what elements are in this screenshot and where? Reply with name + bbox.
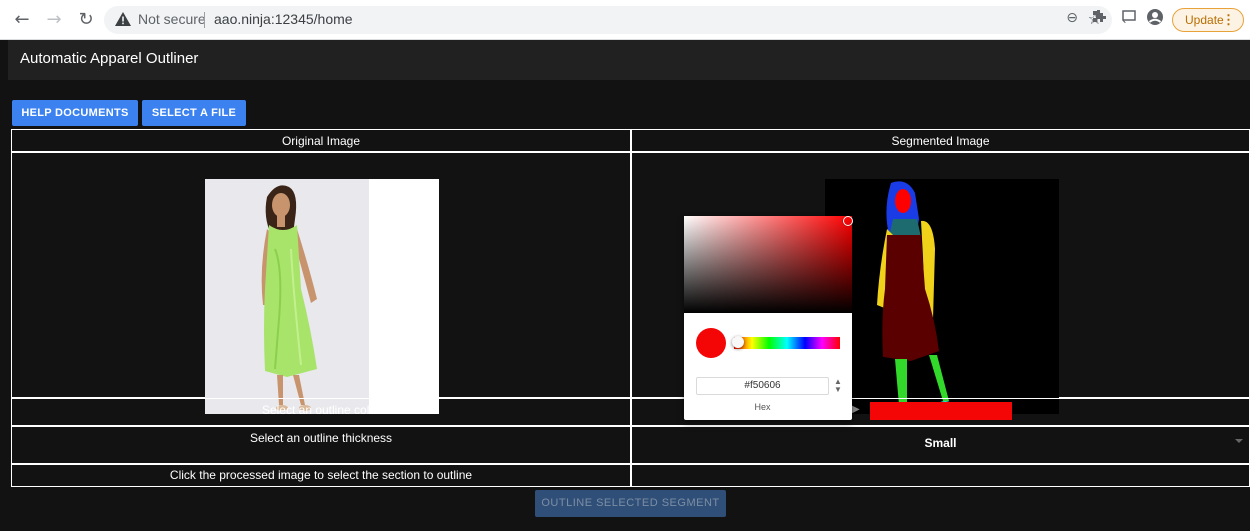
reload-icon[interactable]: ↻ <box>74 8 98 32</box>
color-preview <box>696 328 726 358</box>
caret-right-icon: ▶ <box>852 404 860 415</box>
color-label-cell: Select an outline color <box>11 398 631 426</box>
zoom-icon[interactable]: ⊖ <box>1066 10 1078 26</box>
original-image-title: Original Image <box>281 134 361 148</box>
extensions-icon[interactable] <box>1088 9 1110 31</box>
more-vert-icon: ⋮ <box>1222 12 1235 27</box>
update-label: Update <box>1185 13 1224 27</box>
hex-label: Hex <box>754 402 771 412</box>
dropdown-arrow-icon <box>1235 439 1243 443</box>
original-image <box>205 179 439 414</box>
instruction-cell: Click the processed image to select the … <box>11 464 631 487</box>
segmented-image[interactable] <box>825 179 1059 414</box>
help-documents-button[interactable]: HELP DOCUMENTS <box>12 100 138 126</box>
security-status: Not secure <box>138 11 206 27</box>
original-image-header: Original Image <box>11 129 631 152</box>
outline-selected-segment-button[interactable]: OUTLINE SELECTED SEGMENT <box>535 490 726 517</box>
segmented-image-title: Segmented Image <box>891 134 990 148</box>
app-header: Automatic Apparel Outliner <box>8 40 1250 80</box>
back-icon[interactable]: ← <box>10 8 34 32</box>
thickness-value: Small <box>924 436 957 450</box>
click-instruction: Click the processed image to select the … <box>169 468 473 482</box>
outline-thickness-label: Select an outline thickness <box>249 431 393 445</box>
thickness-select[interactable]: Small <box>631 426 1250 464</box>
forward-icon[interactable]: → <box>42 8 66 32</box>
url-text[interactable]: aao.ninja:12345/home <box>214 11 353 27</box>
outliner-table: Original Image Segmented Image Select an… <box>11 129 1250 487</box>
warning-icon <box>115 12 131 26</box>
color-picker-popup: #f50606 ▲ ▼ Hex <box>684 216 853 420</box>
hex-input[interactable]: #f50606 <box>696 377 829 395</box>
outline-color-swatch[interactable] <box>870 402 1012 420</box>
profile-icon[interactable] <box>1144 8 1166 30</box>
address-bar[interactable]: Not secure aao.ninja:12345/home ⊖ ☆ <box>104 6 1112 34</box>
app-title: Automatic Apparel Outliner <box>20 50 199 67</box>
browser-toolbar: ← → ↻ Not secure aao.ninja:12345/home ⊖ … <box>0 0 1250 40</box>
hue-slider[interactable] <box>734 337 840 349</box>
separator <box>204 12 205 28</box>
cast-icon[interactable] <box>1118 8 1140 30</box>
segmented-image-header: Segmented Image <box>631 129 1250 152</box>
update-button[interactable]: Update ⋮ <box>1172 8 1244 32</box>
thickness-label-cell: Select an outline thickness <box>11 426 631 464</box>
original-image-cell <box>11 152 631 414</box>
hue-slider-thumb[interactable] <box>732 336 744 348</box>
saturation-area[interactable] <box>684 216 852 313</box>
select-file-button[interactable]: SELECT A FILE <box>142 100 246 126</box>
outline-color-label: Select an outline color <box>261 403 381 417</box>
instruction-empty-cell <box>631 464 1250 487</box>
format-toggle-icon[interactable]: ▲ ▼ <box>833 378 843 394</box>
saturation-pointer[interactable] <box>843 216 853 226</box>
